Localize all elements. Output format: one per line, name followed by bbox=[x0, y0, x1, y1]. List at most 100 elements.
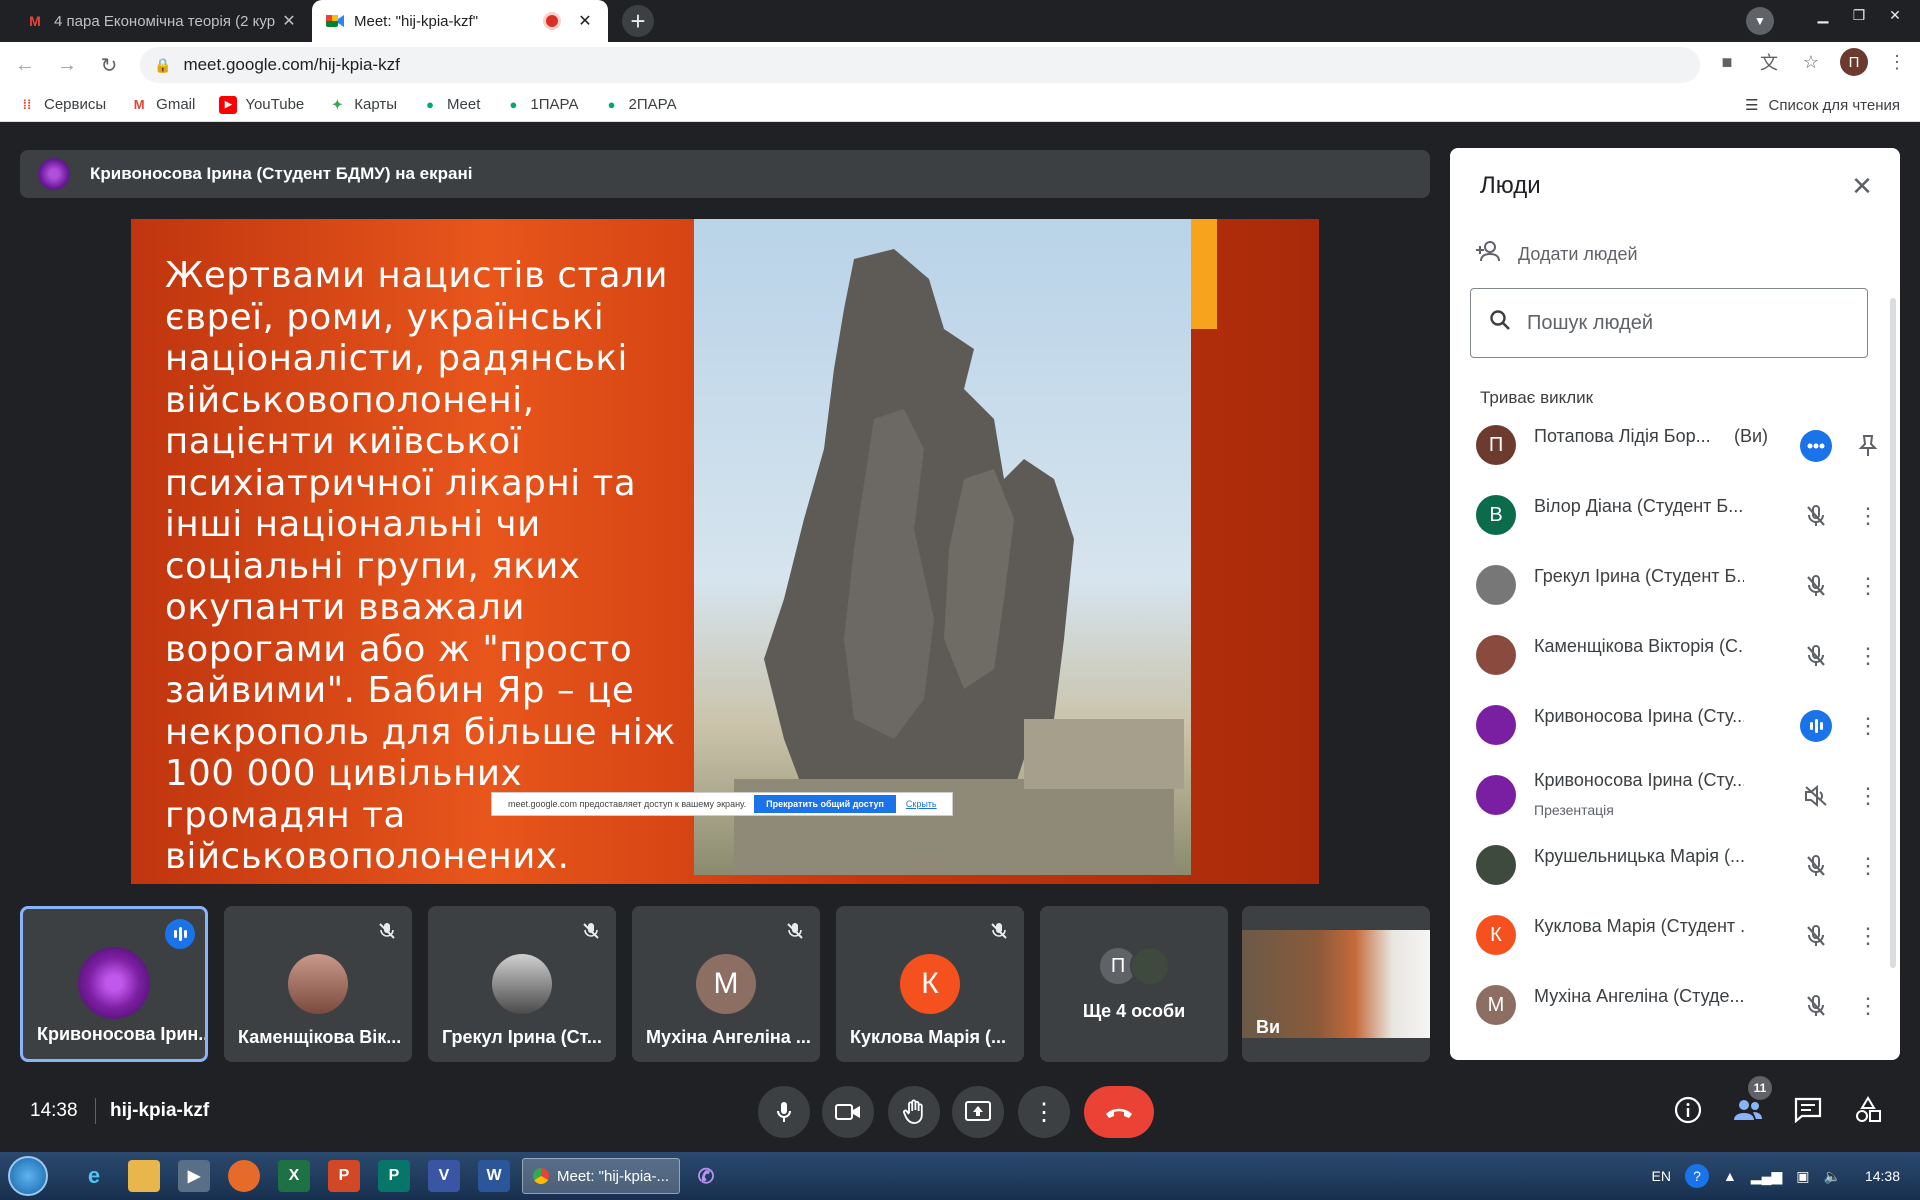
bookmark-services[interactable]: ⁞⁞ Сервисы bbox=[18, 96, 107, 114]
start-button[interactable] bbox=[8, 1156, 48, 1196]
self-view-tile[interactable]: Ви bbox=[1242, 906, 1430, 1062]
chat-button[interactable] bbox=[1788, 1090, 1828, 1130]
bookmark-meet[interactable]: ● Meet bbox=[421, 96, 480, 114]
raise-hand-button[interactable] bbox=[888, 1086, 940, 1138]
activities-button[interactable] bbox=[1848, 1090, 1888, 1130]
participant-row[interactable]: П Потапова Лідія Бор... (Ви) bbox=[1450, 410, 1900, 480]
mic-off-icon[interactable] bbox=[1800, 570, 1832, 602]
tab-meet[interactable]: Meet: "hij-kpia-kzf" ✕ bbox=[312, 0, 608, 42]
participant-row[interactable]: Грекул Ірина (Студент Б... ⋮ bbox=[1450, 550, 1900, 620]
media-player-icon[interactable]: ▶ bbox=[178, 1160, 210, 1192]
bookmark-1para[interactable]: ● 1ПАРА bbox=[504, 96, 578, 114]
camera-button[interactable] bbox=[822, 1086, 874, 1138]
more-options-button[interactable]: ⋮ bbox=[1018, 1086, 1070, 1138]
close-icon[interactable]: ✕ bbox=[280, 11, 298, 31]
present-screen-button[interactable] bbox=[952, 1086, 1004, 1138]
participant-tile[interactable]: К Куклова Марія (... bbox=[836, 906, 1024, 1062]
signal-icon[interactable]: ▂▄▆ bbox=[1751, 1168, 1782, 1185]
mic-off-icon[interactable] bbox=[1800, 920, 1832, 952]
lock-icon[interactable]: 🔒 bbox=[154, 57, 171, 74]
more-dots-icon[interactable] bbox=[1800, 430, 1832, 462]
powerpoint-icon[interactable]: P bbox=[328, 1160, 360, 1192]
kebab-menu-icon[interactable]: ⋮ bbox=[1857, 710, 1879, 742]
presenter-bar: Кривоносова Ірина (Студент БДМУ) на екра… bbox=[20, 150, 1430, 198]
participant-tile[interactable]: Грекул Ірина (Ст... bbox=[428, 906, 616, 1062]
bookmark-gmail[interactable]: M Gmail bbox=[130, 96, 196, 114]
kebab-menu-icon[interactable]: ⋮ bbox=[1857, 990, 1879, 1022]
kebab-menu-icon[interactable]: ⋮ bbox=[1857, 640, 1879, 672]
system-clock[interactable]: 14:38 bbox=[1865, 1168, 1900, 1184]
scrollbar[interactable] bbox=[1890, 298, 1896, 968]
bookmark-star-icon[interactable]: ☆ bbox=[1798, 49, 1824, 75]
forward-button[interactable]: → bbox=[50, 48, 84, 82]
participant-row[interactable]: Кривоносова Ірина (Сту... ⋮ bbox=[1450, 690, 1900, 760]
hide-banner-link[interactable]: Скрыть bbox=[906, 799, 937, 809]
leave-call-button[interactable] bbox=[1084, 1086, 1154, 1138]
kebab-menu-icon[interactable]: ⋮ bbox=[1857, 850, 1879, 882]
help-icon[interactable]: ? bbox=[1684, 1164, 1709, 1188]
add-person-icon bbox=[1476, 240, 1504, 268]
close-panel-button[interactable]: ✕ bbox=[1846, 170, 1878, 202]
network-icon[interactable]: ▣ bbox=[1796, 1168, 1809, 1185]
bookmark-2para[interactable]: ● 2ПАРА bbox=[603, 96, 677, 114]
translate-icon[interactable]: 文 bbox=[1756, 49, 1782, 75]
kebab-menu-icon[interactable]: ⋮ bbox=[1857, 500, 1879, 532]
language-indicator[interactable]: EN bbox=[1652, 1168, 1671, 1184]
excel-icon[interactable]: X bbox=[278, 1160, 310, 1192]
participant-tile[interactable]: М Мухіна Ангеліна ... bbox=[632, 906, 820, 1062]
new-tab-button[interactable]: + bbox=[622, 5, 654, 37]
tab-title: 4 пара Економічна теорія (2 кур bbox=[54, 12, 276, 30]
volume-off-icon[interactable] bbox=[1800, 780, 1832, 812]
window-close-button[interactable]: ✕ bbox=[1880, 4, 1910, 26]
participant-tile[interactable]: Кривоносова Ірин... bbox=[20, 906, 208, 1062]
camera-in-use-icon[interactable]: ■ bbox=[1714, 49, 1740, 75]
participant-tile[interactable]: Каменщікова Вік... bbox=[224, 906, 412, 1062]
restore-button[interactable]: ❐ bbox=[1844, 4, 1874, 26]
word-icon[interactable]: W bbox=[478, 1160, 510, 1192]
bookmark-youtube[interactable]: ▶ YouTube bbox=[219, 95, 304, 114]
file-explorer-icon[interactable] bbox=[128, 1160, 160, 1192]
reading-list-button[interactable]: ☰ Список для чтения bbox=[1745, 88, 1900, 122]
participant-row[interactable]: Каменщікова Вікторія (С... ⋮ bbox=[1450, 620, 1900, 690]
viber-icon[interactable]: ✆ bbox=[690, 1160, 722, 1192]
visio-icon[interactable]: V bbox=[428, 1160, 460, 1192]
search-people-input[interactable]: Пошук людей bbox=[1470, 288, 1868, 358]
mic-off-icon[interactable] bbox=[1800, 500, 1832, 532]
participant-row[interactable]: Крушельницька Марія (... ⋮ bbox=[1450, 830, 1900, 900]
minimize-button[interactable]: ▁ bbox=[1808, 4, 1838, 26]
stop-sharing-button[interactable]: Прекратить общий доступ bbox=[754, 795, 896, 813]
volume-icon[interactable]: 🔈 bbox=[1824, 1168, 1841, 1185]
meeting-details-button[interactable] bbox=[1668, 1090, 1708, 1130]
internet-explorer-icon[interactable]: e bbox=[78, 1160, 110, 1192]
tab-gmail[interactable]: M 4 пара Економічна теорія (2 кур ✕ bbox=[12, 0, 312, 42]
kebab-menu-icon[interactable]: ⋮ bbox=[1857, 570, 1879, 602]
participant-row[interactable]: В Вілор Діана (Студент Б... ⋮ bbox=[1450, 480, 1900, 550]
add-people-button[interactable]: Додати людей bbox=[1476, 240, 1638, 268]
chevron-down-icon[interactable]: ▼ bbox=[1746, 7, 1774, 35]
participant-row[interactable]: К Куклова Марія (Студент ... ⋮ bbox=[1450, 900, 1900, 970]
tab-title: Meet: "hij-kpia-kzf" bbox=[354, 12, 479, 30]
profile-avatar[interactable]: П bbox=[1840, 48, 1868, 76]
more-participants-tile[interactable]: П Ще 4 особи bbox=[1040, 906, 1228, 1062]
mic-off-icon[interactable] bbox=[1800, 850, 1832, 882]
publisher-icon[interactable]: P bbox=[378, 1160, 410, 1192]
taskbar-chrome-window[interactable]: Meet: "hij-kpia-... bbox=[522, 1158, 680, 1194]
back-button[interactable]: ← bbox=[8, 48, 42, 82]
close-icon[interactable]: ✕ bbox=[576, 11, 594, 31]
kebab-menu-icon[interactable]: ⋮ bbox=[1857, 920, 1879, 952]
chevron-up-icon[interactable]: ▲ bbox=[1723, 1168, 1737, 1184]
kebab-menu-icon[interactable]: ⋮ bbox=[1884, 49, 1910, 75]
microphone-button[interactable] bbox=[758, 1086, 810, 1138]
pin-icon[interactable] bbox=[1858, 430, 1878, 462]
mic-off-icon[interactable] bbox=[1800, 990, 1832, 1022]
reload-button[interactable]: ↻ bbox=[92, 48, 126, 82]
firefox-icon[interactable] bbox=[228, 1160, 260, 1192]
kebab-menu-icon[interactable]: ⋮ bbox=[1857, 780, 1879, 812]
participant-row[interactable]: Кривоносова Ірина (Сту... Презентація ⋮ bbox=[1450, 760, 1900, 830]
participant-row[interactable]: М Мухіна Ангеліна (Студе... ⋮ bbox=[1450, 970, 1900, 1040]
bookmark-maps[interactable]: ✦ Карты bbox=[328, 96, 397, 114]
address-bar[interactable]: 🔒 meet.google.com/hij-kpia-kzf bbox=[140, 47, 1700, 83]
speaking-indicator-icon[interactable] bbox=[1800, 710, 1832, 742]
mic-off-icon[interactable] bbox=[1800, 640, 1832, 672]
avatar bbox=[492, 954, 552, 1014]
